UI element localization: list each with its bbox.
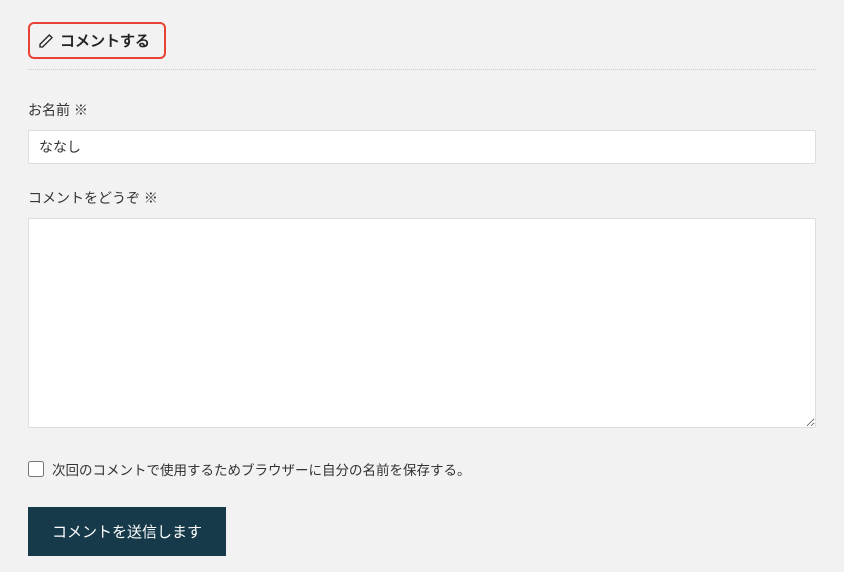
pencil-icon	[38, 33, 54, 49]
comment-textarea[interactable]	[28, 218, 816, 428]
name-label: お名前 ※	[28, 100, 816, 120]
submit-button[interactable]: コメントを送信します	[28, 507, 226, 556]
comment-field-group: コメントをどうぞ ※	[28, 188, 816, 431]
save-name-checkbox[interactable]	[28, 461, 44, 477]
save-name-checkbox-row: 次回のコメントで使用するためブラウザーに自分の名前を保存する。	[28, 459, 816, 479]
comment-form-container: コメントする お名前 ※ コメントをどうぞ ※ 次回のコメントで使用するためブラ…	[28, 22, 816, 556]
save-name-label[interactable]: 次回のコメントで使用するためブラウザーに自分の名前を保存する。	[52, 459, 471, 479]
name-input[interactable]	[28, 130, 816, 164]
name-field-group: お名前 ※	[28, 100, 816, 164]
comment-heading: コメントする	[28, 22, 166, 59]
heading-row: コメントする	[28, 22, 816, 70]
comment-heading-text: コメントする	[60, 30, 150, 51]
comment-label: コメントをどうぞ ※	[28, 188, 816, 208]
